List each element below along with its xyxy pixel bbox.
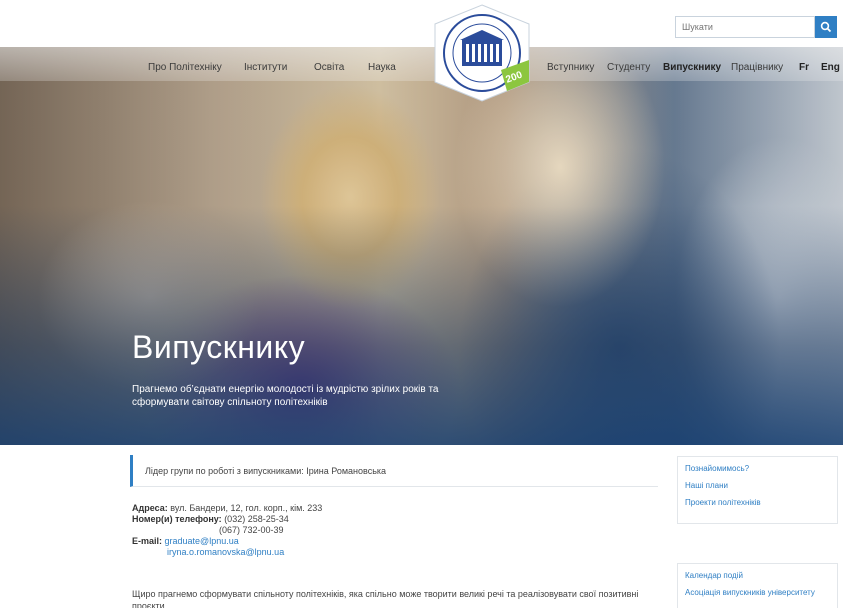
nav-item-lang-en[interactable]: Eng bbox=[821, 62, 840, 73]
email-2-line: iryna.o.romanovska@lpnu.ua bbox=[132, 547, 322, 558]
address-line: Адреса: вул. Бандери, 12, гол. корп., кі… bbox=[132, 503, 322, 514]
email-label: E-mail: bbox=[132, 536, 163, 546]
address-label: Адреса: bbox=[132, 503, 168, 513]
hero-subtitle: Прагнемо об’єднати енергію молодості із … bbox=[132, 384, 439, 408]
email-line: E-mail: graduate@lpnu.ua bbox=[132, 536, 322, 547]
nav-item-institutes[interactable]: Інститути bbox=[244, 62, 287, 73]
top-bar bbox=[0, 0, 843, 47]
search-input[interactable] bbox=[675, 16, 815, 38]
phone-2-line: (067) 732-00-39 bbox=[132, 525, 322, 536]
nav-item-graduates[interactable]: Випускнику bbox=[663, 62, 721, 73]
intro-paragraph: Щиро прагнемо сформувати спільноту політ… bbox=[132, 589, 639, 608]
search-button[interactable] bbox=[815, 16, 837, 38]
nav-item-education[interactable]: Освіта bbox=[314, 62, 344, 73]
phone-label: Номер(и) телефону: bbox=[132, 514, 222, 524]
nav-item-employees[interactable]: Працівнику bbox=[731, 62, 783, 73]
phone-2: (067) 732-00-39 bbox=[219, 525, 284, 535]
address-value: вул. Бандери, 12, гол. корп., кім. 233 bbox=[170, 503, 323, 513]
sidebar-box-events: Календар подій Асоціація випускників уні… bbox=[677, 563, 838, 608]
sidebar-link-association[interactable]: Асоціація випускників університету bbox=[685, 587, 830, 598]
university-logo[interactable]: 200 bbox=[427, 2, 537, 104]
email-link-2[interactable]: iryna.o.romanovska@lpnu.ua bbox=[167, 547, 284, 557]
email-link-1[interactable]: graduate@lpnu.ua bbox=[165, 536, 239, 546]
contacts-block: Адреса: вул. Бандери, 12, гол. корп., кі… bbox=[132, 503, 322, 558]
sidebar-link-calendar[interactable]: Календар подій bbox=[685, 570, 830, 581]
sidebar-link-projects[interactable]: Проекти політехніків bbox=[685, 497, 830, 508]
sidebar-link-meet[interactable]: Познайомимось? bbox=[685, 463, 830, 474]
nav-item-science[interactable]: Наука bbox=[368, 62, 396, 73]
nav-item-applicants[interactable]: Вступнику bbox=[547, 62, 594, 73]
phone-1: (032) 258-25-34 bbox=[224, 514, 289, 524]
sidebar-box-about: Познайомимось? Наші плани Проекти політе… bbox=[677, 456, 838, 524]
leader-text: Лідер групи по роботі з випускниками: Ір… bbox=[145, 466, 387, 476]
phone-line: Номер(и) телефону: (032) 258-25-34 bbox=[132, 514, 322, 525]
nav-item-about[interactable]: Про Політехніку bbox=[148, 62, 222, 73]
sidebar-link-plans[interactable]: Наші плани bbox=[685, 480, 830, 491]
leader-callout: Лідер групи по роботі з випускниками: Ір… bbox=[130, 455, 658, 487]
page-title: Випускнику bbox=[132, 329, 306, 365]
search-icon bbox=[820, 21, 832, 33]
nav-item-lang-fr[interactable]: Fr bbox=[799, 62, 809, 73]
nav-item-students[interactable]: Студенту bbox=[607, 62, 650, 73]
